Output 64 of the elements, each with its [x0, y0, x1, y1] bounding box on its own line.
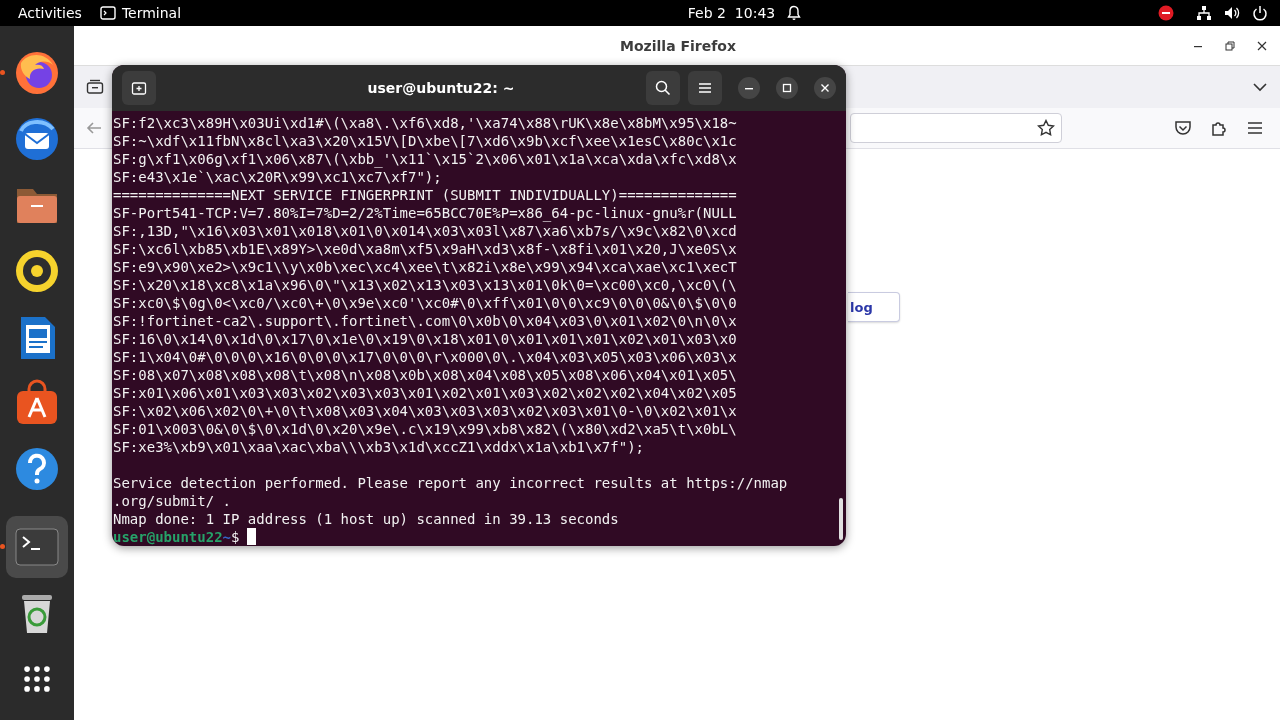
power-icon [1252, 5, 1268, 21]
page-button[interactable]: log [848, 292, 900, 322]
puzzle-icon[interactable] [1210, 119, 1228, 137]
menu-icon[interactable] [1246, 119, 1264, 137]
terminal-line: SF:f2\xc3\x89H\x03Ui\xd1#\(\xa8\.\xf6\xd8,'\xa74\x88\rUK\x8e\x8bM\x95\x18~ [113, 114, 738, 132]
terminal-line: .org/submit/ . [113, 492, 232, 510]
star-icon[interactable] [1037, 119, 1055, 137]
window-title: Mozilla Firefox [619, 37, 737, 54]
search-button[interactable] [646, 71, 680, 105]
window-title: user@ubuntu22: ~ [366, 80, 516, 96]
terminal-line: SF:!fortinet-ca2\.support\.fortinet\.com\0\x0b\0\x04\x03\0\x01\x02\0\n\0\x [113, 312, 738, 330]
terminal-line: SF:e9\x90\xe2>\x9c1\\y\x0b\xec\xc4\xee\t\x82i\x8e\x99\x94\xca\xae\xc1\xecT [113, 258, 738, 276]
pocket-icon[interactable] [1174, 119, 1192, 137]
back-arrow-icon[interactable] [86, 120, 102, 136]
terminal-line: SF:xe3%\xb9\x01\xaa\xac\xba\\\xb3\x1d\xccZ1\xddx\x1a\xb1\x7f"); [113, 438, 645, 456]
terminal-line: SF:x01\x06\x01\x03\x03\x02\x03\x03\x01\x02\x01\x03\x02\x02\x02\x04\x02\x05 [113, 384, 738, 402]
terminal-line: SF-Port541-TCP:V=7.80%I=7%D=2/2%Time=65BCC70E%P=x86_64-pc-linux-gnu%r(NULL [113, 204, 738, 222]
prompt-symbol: $ [231, 528, 240, 546]
no-entry-icon [1158, 5, 1174, 21]
minimize-button[interactable] [738, 77, 760, 99]
prompt-user-host: user@ubuntu22 [113, 528, 223, 546]
close-icon[interactable] [1256, 39, 1268, 52]
terminal-line: SF:08\x07\x08\x08\x08\t\x08\n\x08\x0b\x08\x04\x08\x05\x08\x06\x04\x01\x05\ [113, 366, 738, 384]
restore-icon[interactable] [1224, 39, 1236, 52]
clock[interactable]: Feb 2 10:43 [687, 5, 776, 21]
text-cursor [247, 528, 257, 545]
maximize-icon [782, 83, 792, 93]
terminal-line: SF:\x20\x18\xc8\x1a\x96\0\"\x13\x02\x13\x03\x13\x01\0k\0=\xc00\xc0,\xc0\(\ [113, 276, 738, 294]
new-tab-button[interactable] [122, 71, 156, 105]
address-field[interactable] [850, 113, 1062, 143]
terminal-line: SF:01\x003\0&\0\$\0\x1d\0\x20\x9e\.c\x19\x99\xb8\x82\(\x80\xd2\xa5\t\x0bL\ [113, 420, 738, 438]
terminal-icon [99, 6, 116, 20]
terminal-line: SF:1\x04\0#\0\0\0\x16\0\0\0\x17\0\0\0\r\x000\0\.\x04\x03\x05\x03\x06\x03\x [113, 348, 738, 366]
close-icon [820, 83, 830, 93]
search-icon [655, 80, 671, 96]
maximize-button[interactable] [776, 77, 798, 99]
terminal-line: SF:16\0\x14\0\x1d\0\x17\0\x1e\0\x19\0\x18\x01\0\x01\x01\x01\x02\x01\x03\x0 [113, 330, 738, 348]
help-icon [13, 445, 61, 493]
activities-button[interactable]: Activities [18, 5, 82, 21]
terminal-line: SF:\x02\x06\x02\0\+\0\t\x08\x03\x04\x03\x03\x03\x02\x03\x01\0-\0\x02\x01\x [113, 402, 738, 420]
close-button[interactable] [814, 77, 836, 99]
new-tab-icon [131, 80, 147, 96]
terminal-line: Service detection performed. Please report any incorrect results at https://nmap [113, 474, 789, 492]
speaker-icon [13, 247, 61, 295]
chevron-down-icon[interactable] [1252, 82, 1268, 92]
network-icon [1196, 5, 1212, 21]
terminal-line: ==============NEXT SERVICE FINGERPRINT (SUBMIT INDIVIDUALLY)============== [113, 186, 738, 204]
terminal-line: SF:,13D,"\x16\x03\x01\x018\x01\0\x014\x03\x03l\x87\xa6\xb7s/\x9c\x82\0\xcd [113, 222, 738, 240]
mail-icon [13, 115, 61, 163]
tab-list-icon[interactable] [86, 79, 104, 95]
menu-icon [698, 82, 712, 94]
terminal-line: Nmap done: 1 IP address (1 host up) scanned in 39.13 seconds [113, 510, 620, 528]
bell-icon [787, 5, 802, 21]
terminal-line: SF:\xc6l\xb85\xb1E\x89Y>\xe0d\xa8m\xf5\x9aH\xd3\x8f-\x8fi\x01\x20,J\xe0S\x [113, 240, 738, 258]
terminal-line: SF:xc0\$\0g\0<\xc0/\xc0\+\0\x9e\xc0'\xc0#\0\xff\x01\0\0\xc9\0\0\0&\0\$\0\0 [113, 294, 738, 312]
volume-icon [1224, 5, 1240, 21]
browser-icon [13, 49, 61, 97]
terminal-line: SF:g\xf1\x06g\xf1\x06\x87\(\xbb_'\x11`\x15`2\x06\x01\x1a\xca\xda\xfc\xd8\x [113, 150, 738, 168]
menu-button[interactable] [688, 71, 722, 105]
app-menu-label[interactable]: Terminal [121, 5, 182, 21]
terminal-line: SF:~\xdf\x11fbN\x8cl\xa3\x20\x15V\[D\xbe\[7\xd6\x9b\xcf\xee\x1esC\x80c\x1c [113, 132, 738, 150]
scrollbar[interactable] [839, 498, 843, 540]
terminal-line: SF:e43\x1e`\xac\x20R\x99\xc1\xc7\xf7"); [113, 168, 443, 186]
prompt-path: ~ [222, 528, 231, 546]
